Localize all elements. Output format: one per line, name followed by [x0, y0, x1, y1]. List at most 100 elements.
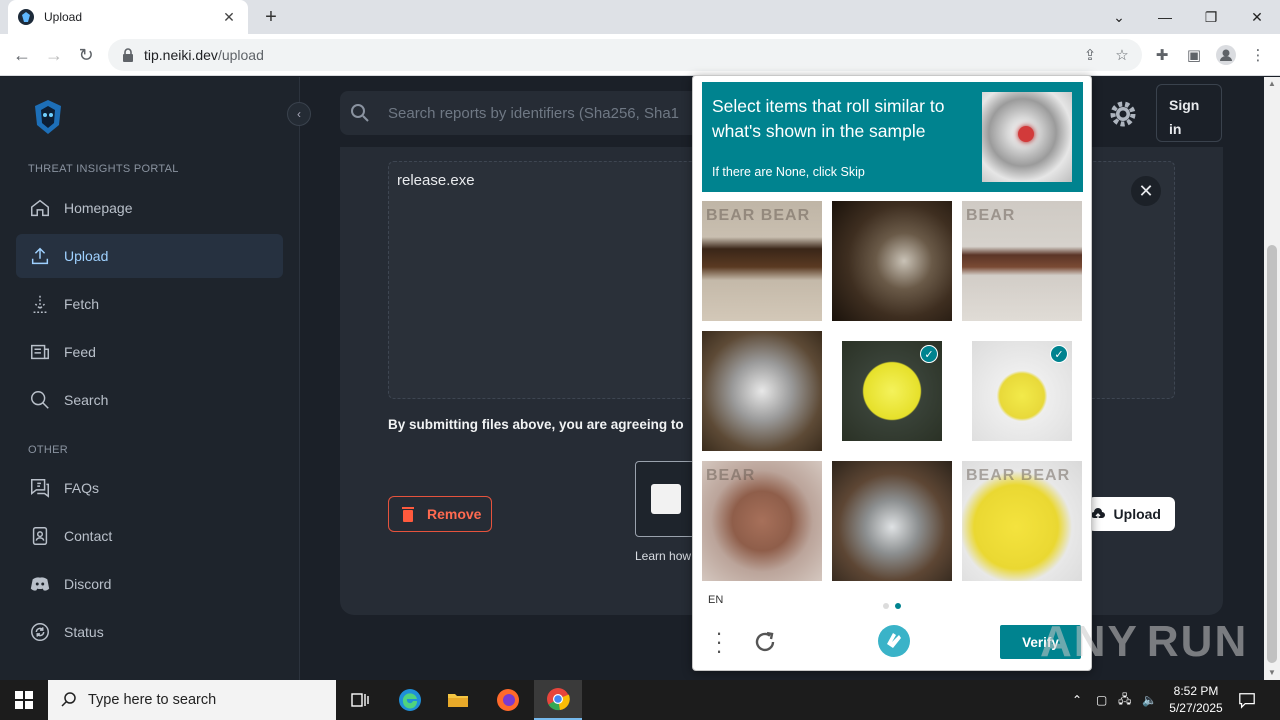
captcha-menu-icon[interactable]: · · · [711, 622, 727, 662]
volume-icon[interactable]: 🔈 [1142, 680, 1157, 720]
checkbox-square[interactable] [651, 484, 681, 514]
file-explorer-icon[interactable] [434, 680, 482, 720]
sidebar-item-label: FAQs [64, 480, 100, 496]
side-panel-icon[interactable]: ▣ [1181, 42, 1207, 68]
captcha-tile-microscope-grey[interactable] [702, 331, 822, 451]
new-tab-button[interactable]: + [258, 4, 284, 30]
captcha-challenge: Select items that roll similar to what's… [692, 75, 1092, 671]
extensions-icon[interactable]: ✚ [1149, 42, 1175, 68]
remove-button[interactable]: Remove [388, 496, 492, 532]
sidebar-item-upload[interactable]: Upload [16, 234, 283, 278]
notifications-icon[interactable] [1238, 680, 1256, 720]
sidebar-item-label: Status [64, 624, 104, 640]
browser-tab[interactable]: Upload ✕ [8, 0, 248, 34]
scroll-down-arrow-icon[interactable]: ▼ [1264, 666, 1280, 680]
page-scrollbar[interactable]: ▲ ▼ [1264, 77, 1280, 680]
search-icon [61, 692, 76, 707]
captcha-tile-hat[interactable]: BEAR [702, 461, 822, 581]
firefox-icon[interactable] [484, 680, 532, 720]
status-icon [28, 620, 52, 644]
minimize-button[interactable]: — [1142, 0, 1188, 34]
search-icon [28, 388, 52, 412]
forward-button[interactable]: → [41, 42, 67, 68]
anyrun-watermark: ANY RUN [1040, 610, 1246, 674]
back-button[interactable]: ← [9, 42, 35, 68]
url-path: /upload [217, 47, 264, 63]
sign-in-button[interactable]: Sign in [1156, 84, 1222, 142]
watermark-left-text: ANY [1040, 617, 1139, 666]
scroll-up-arrow-icon[interactable]: ▲ [1264, 77, 1280, 91]
section-label-other: OTHER [28, 444, 68, 456]
captcha-language[interactable]: EN [708, 594, 723, 606]
tab-close-icon[interactable]: ✕ [220, 9, 238, 26]
captcha-tile-tennis-ball-big[interactable]: BEAR BEAR [962, 461, 1082, 581]
upload-button[interactable]: Upload [1088, 497, 1175, 531]
sidebar-collapse-chevron-icon[interactable]: ‹ [287, 102, 311, 126]
refresh-icon[interactable] [751, 628, 779, 656]
captcha-tile-belt-grey[interactable]: BEAR [962, 201, 1082, 321]
sidebar-item-label: Fetch [64, 296, 100, 312]
sidebar-item-label: Upload [64, 248, 109, 264]
contact-icon [28, 524, 52, 548]
gear-icon[interactable] [1108, 99, 1138, 129]
captcha-prompt: Select items that roll similar to what's… [712, 96, 945, 141]
selected-filename: release.exe [397, 172, 475, 189]
address-bar[interactable]: tip.neiki.dev/upload [108, 39, 1142, 71]
sidebar-item-search[interactable]: Search [16, 378, 283, 422]
page-dot [883, 603, 889, 609]
browser-menu-icon[interactable]: ⋮ [1245, 42, 1271, 68]
tab-search-chevron-icon[interactable]: ⌄ [1096, 0, 1142, 34]
scrollbar-thumb[interactable] [1267, 245, 1277, 663]
sidebar-item-label: Homepage [64, 200, 133, 216]
captcha-tile-microscope-dark[interactable] [832, 201, 952, 321]
windows-logo-icon [15, 691, 33, 709]
discord-icon [28, 572, 52, 596]
url-host: tip.neiki.dev [144, 47, 218, 63]
captcha-tile-tennis-ball-light[interactable]: ✓ [972, 341, 1072, 441]
edge-browser-icon[interactable] [386, 680, 434, 720]
sidebar-item-feed[interactable]: Feed [16, 330, 283, 374]
share-icon[interactable]: ⇪ [1077, 42, 1103, 68]
section-label-main: THREAT INSIGHTS PORTAL [28, 163, 179, 175]
captcha-header: Select items that roll similar to what's… [702, 82, 1083, 192]
remove-label: Remove [427, 506, 482, 522]
captcha-tile-tennis-ball-dark[interactable]: ✓ [842, 341, 942, 441]
task-view-icon[interactable] [336, 680, 384, 720]
lock-icon [123, 48, 133, 62]
sidebar-item-faqs[interactable]: FAQs [16, 466, 283, 510]
sidebar-item-discord[interactable]: Discord [16, 562, 283, 606]
reload-button[interactable]: ↻ [73, 42, 99, 68]
bookmark-star-icon[interactable]: ☆ [1109, 42, 1135, 68]
sidebar-item-status[interactable]: Status [16, 610, 283, 654]
clear-file-close-icon[interactable]: ✕ [1131, 176, 1161, 206]
taskbar-search-placeholder: Type here to search [88, 692, 217, 708]
restore-button[interactable]: ❐ [1188, 0, 1234, 34]
tray-overflow-chevron-icon[interactable]: ⌃ [1072, 680, 1082, 720]
system-clock[interactable]: 8:52 PM 5/27/2025 [1160, 683, 1232, 717]
terms-text: By submitting files above, you are agree… [388, 417, 684, 432]
captcha-tile-microscope-shelf[interactable] [832, 461, 952, 581]
learn-how-link[interactable]: Learn how [635, 549, 691, 563]
close-window-button[interactable]: ✕ [1234, 0, 1280, 34]
sidebar-item-homepage[interactable]: Homepage [16, 186, 283, 230]
upload-label: Upload [1113, 506, 1161, 522]
selected-check-icon: ✓ [920, 345, 938, 363]
captcha-tile-belt[interactable]: BEAR BEAR [702, 201, 822, 321]
clock-date: 5/27/2025 [1169, 701, 1223, 715]
network-icon[interactable]: 🖧 [1118, 680, 1131, 720]
home-icon [28, 196, 52, 220]
sidebar-item-label: Contact [64, 528, 113, 544]
tray-device-icon[interactable]: ▢ [1096, 680, 1107, 720]
chrome-icon[interactable] [534, 680, 582, 720]
sidebar-item-fetch[interactable]: Fetch [16, 282, 283, 326]
sidebar-item-contact[interactable]: Contact [16, 514, 283, 558]
watermark-right-text: RUN [1146, 617, 1249, 666]
profile-avatar-icon[interactable] [1213, 42, 1239, 68]
taskbar-search-input[interactable]: Type here to search [48, 680, 336, 720]
start-button[interactable] [0, 680, 48, 720]
trash-icon [402, 507, 414, 522]
clock-time: 8:52 PM [1173, 684, 1219, 698]
sidebar-item-label: Feed [64, 344, 96, 360]
faq-icon [28, 476, 52, 500]
report-search-input[interactable]: Search reports by identifiers (Sha256, S… [340, 91, 700, 135]
